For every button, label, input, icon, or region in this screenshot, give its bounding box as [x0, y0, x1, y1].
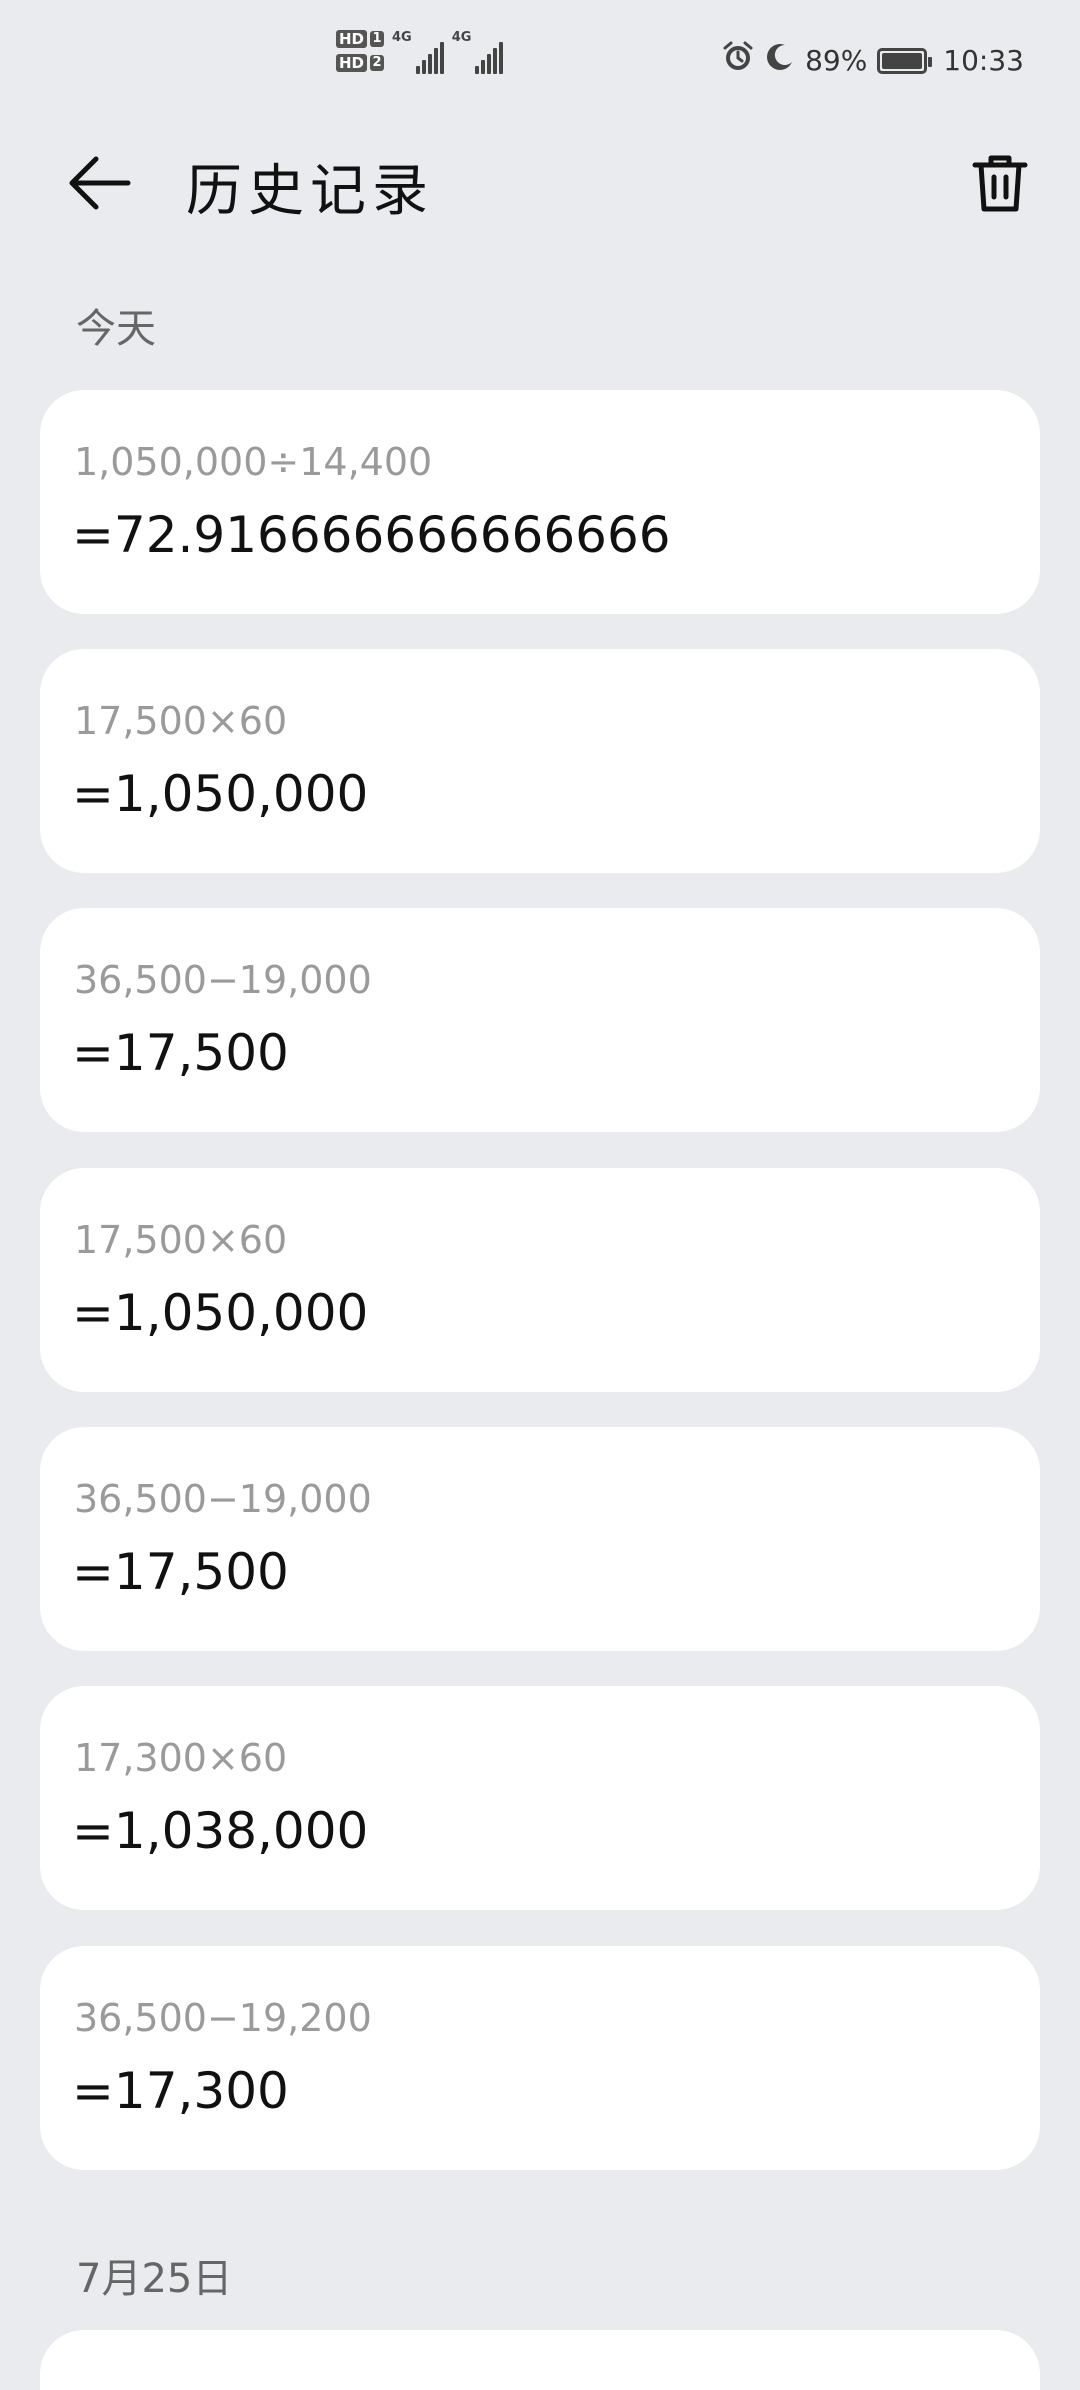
history-item[interactable]: 1,050,000÷14,400 =72.916666666666666 — [40, 390, 1040, 614]
signal-icon: 4G — [392, 30, 444, 74]
app-header: 历史记录 — [0, 130, 1080, 240]
history-result: =1,050,000 — [72, 765, 369, 823]
history-expression: 17,300×60 — [74, 1736, 288, 1780]
history-item[interactable]: 17,500×60 =1,050,000 — [40, 649, 1040, 873]
history-item[interactable]: 36,500−19,200 =17,300 — [40, 1946, 1040, 2170]
history-item[interactable]: 17,500×60 =1,050,000 — [40, 1168, 1040, 1392]
sim-number: 2 — [370, 55, 385, 71]
signal-icon: 4G — [452, 30, 504, 74]
delete-history-button[interactable] — [960, 146, 1040, 226]
history-expression: 17,500×60 — [74, 699, 288, 743]
history-result: =17,500 — [72, 1024, 289, 1082]
history-expression: 36,500−19,200 — [74, 1996, 372, 2040]
history-expression: 36,500−19,000 — [74, 1477, 372, 1521]
history-expression: 17,500×60 — [74, 1218, 288, 1262]
history-result: =1,038,000 — [72, 1802, 369, 1860]
network-type-label: 4G — [392, 30, 412, 45]
history-expression: 1,050,000÷14,400 — [74, 440, 433, 484]
battery-percent: 89% — [805, 44, 868, 77]
page-title: 历史记录 — [186, 159, 434, 224]
back-button[interactable] — [60, 150, 140, 220]
history-item[interactable]: 36,500−19,000 =17,500 — [40, 1427, 1040, 1651]
history-result: =17,300 — [72, 2062, 289, 2120]
sim1-badge: HD 1 — [336, 30, 385, 48]
status-bar: HD 1 HD 2 4G 4G 89% 10:33 — [0, 0, 1080, 120]
clock-time: 10:33 — [943, 44, 1024, 77]
history-item[interactable]: 36,500−19,000 =17,500 — [40, 908, 1040, 1132]
hd-label: HD — [336, 30, 368, 48]
history-item[interactable] — [40, 2330, 1040, 2390]
history-result: =1,050,000 — [72, 1284, 369, 1342]
moon-icon — [765, 42, 795, 79]
battery-icon — [877, 47, 933, 74]
hd-label: HD — [336, 54, 368, 72]
history-expression: 36,500−19,000 — [74, 958, 372, 1002]
section-label-today: 今天 — [76, 306, 156, 352]
network-type-label: 4G — [451, 30, 472, 45]
history-result: =17,500 — [72, 1543, 289, 1601]
arrow-left-icon — [68, 153, 132, 217]
history-result: =72.916666666666666 — [72, 506, 671, 564]
alarm-icon — [721, 40, 755, 81]
sim-number: 1 — [370, 31, 385, 47]
section-label-date: 7月25日 — [76, 2256, 233, 2302]
right-status-icons: 89% 10:33 — [721, 40, 1024, 81]
trash-icon — [971, 153, 1029, 219]
sim-indicators: HD 1 HD 2 4G 4G — [336, 30, 504, 74]
sim2-badge: HD 2 — [336, 54, 385, 72]
history-item[interactable]: 17,300×60 =1,038,000 — [40, 1686, 1040, 1910]
